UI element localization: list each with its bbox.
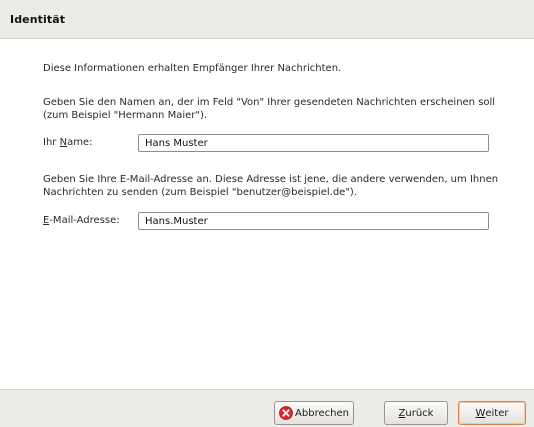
intro-text: Diese Informationen erhalten Empfänger I…: [43, 63, 342, 74]
back-button-label: urück: [405, 407, 434, 419]
name-label-prefix: Ihr: [43, 137, 60, 148]
next-button-mnemonic: W: [475, 407, 486, 419]
page-header: Identität: [0, 0, 534, 38]
button-bar: Abbrechen Zurück Weiter: [0, 389, 534, 427]
back-button-mnemonic: Z: [398, 407, 406, 419]
back-button[interactable]: Zurück: [384, 401, 448, 425]
page-title: Identität: [10, 13, 66, 26]
next-button[interactable]: Weiter: [458, 401, 526, 425]
cancel-button-label: Abbrechen: [295, 407, 349, 419]
name-label: Ihr Name:: [43, 137, 92, 148]
name-label-suffix: ame:: [67, 137, 93, 148]
email-help-text: Geben Sie Ihre E-Mail-Adresse an. Diese …: [43, 174, 499, 198]
assistant-window: Identität Diese Informationen erhalten E…: [0, 0, 534, 427]
name-label-mnemonic: N: [59, 137, 68, 148]
cancel-x-icon: [279, 406, 293, 420]
name-input[interactable]: [138, 134, 489, 152]
name-help-text: Geben Sie den Namen an, der im Feld "Von…: [43, 97, 496, 121]
email-label-suffix: -Mail-Adresse:: [49, 215, 120, 226]
email-input[interactable]: [138, 212, 489, 230]
cancel-button[interactable]: Abbrechen: [274, 401, 354, 425]
identity-form: Diese Informationen erhalten Empfänger I…: [0, 39, 534, 389]
email-label: E-Mail-Adresse:: [43, 215, 120, 226]
next-button-label: eiter: [485, 407, 509, 419]
